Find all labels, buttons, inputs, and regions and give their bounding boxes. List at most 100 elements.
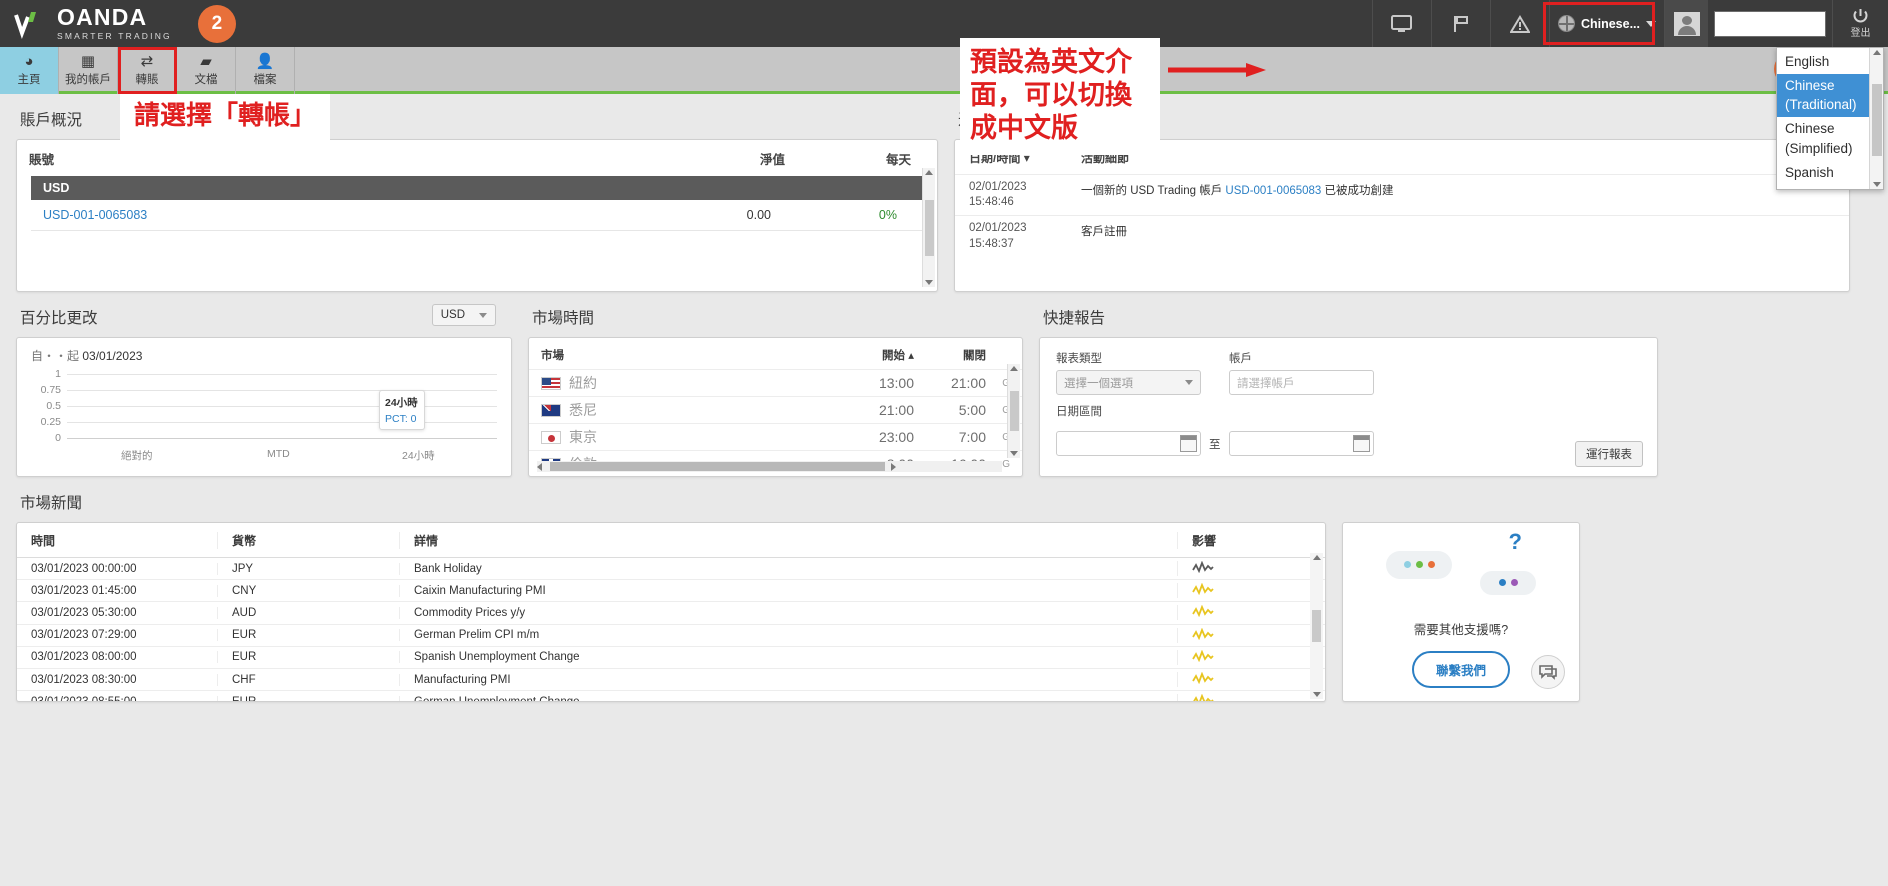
table-row[interactable]: 東京 23:00 7:00 G — [529, 423, 1022, 450]
brand-logo[interactable]: OANDA SMARTER TRADING — [0, 6, 172, 41]
language-option-portuguese[interactable]: Portuguese — [1777, 184, 1869, 189]
calendar-icon[interactable] — [1180, 435, 1197, 452]
brand-tagline: SMARTER TRADING — [57, 31, 172, 42]
scroll-up-icon[interactable] — [1010, 366, 1018, 371]
account-field: 帳戶 請選擇帳戶 — [1229, 350, 1374, 395]
jp-flag-icon — [541, 430, 561, 444]
dot — [1415, 561, 1423, 568]
contact-us-button[interactable]: 聯繫我們 — [1411, 650, 1510, 688]
table-row[interactable]: 03/01/2023 08:30:00 CHF Manufacturing PM… — [17, 669, 1325, 692]
nav-tab-documents[interactable]: ▰ 文檔 — [177, 47, 236, 94]
news-currency: CNY — [217, 584, 399, 597]
news-detail: Spanish Unemployment Change — [399, 651, 1177, 664]
nav-tab-my-account[interactable]: ▦ 我的帳戶 — [59, 47, 118, 94]
scroll-up-icon[interactable] — [1872, 50, 1881, 55]
news-time: 03/01/2023 08:55:00 — [31, 695, 137, 702]
table-row[interactable]: 紐約 13:00 21:00 G — [529, 369, 1022, 396]
scroll-thumb[interactable] — [1871, 83, 1882, 156]
market-vscrollbar[interactable] — [1007, 364, 1020, 458]
news-currency: AUD — [217, 606, 399, 619]
scroll-up-icon[interactable] — [1312, 555, 1321, 560]
chart-from-label: 自・・起 — [31, 349, 80, 363]
support-card: ? 需要其他支援嗎? 聯繫我們 — [1342, 522, 1580, 702]
language-dropdown[interactable]: English Chinese (Traditional) Chinese (S… — [1776, 47, 1884, 190]
scroll-down-icon[interactable] — [1872, 182, 1881, 187]
market-name: 悉尼 — [569, 402, 597, 418]
table-row[interactable]: 03/01/2023 05:30:00 AUD Commodity Prices… — [17, 602, 1325, 625]
activity-account-link[interactable]: USD-001-0065083 — [1225, 185, 1321, 197]
table-row[interactable]: 03/01/2023 08:00:00 EUR Spanish Unemploy… — [17, 647, 1325, 669]
news-impact — [1177, 649, 1325, 665]
scroll-right-icon[interactable] — [890, 462, 896, 471]
annotation-transfer-note: 請選擇「轉帳」 — [120, 94, 331, 140]
scroll-thumb[interactable] — [1312, 610, 1321, 642]
language-dropdown-scrollbar[interactable] — [1869, 48, 1883, 189]
account-scrollbar[interactable] — [922, 168, 935, 287]
date-from-input[interactable] — [1056, 431, 1201, 456]
table-row[interactable]: 03/01/2023 08:55:00 EUR German Unemploym… — [17, 691, 1325, 702]
table-row[interactable]: 悉尼 21:00 5:00 G — [529, 396, 1022, 423]
account-daily: 0% — [878, 208, 897, 222]
run-report-button[interactable]: 運行報表 — [1575, 441, 1643, 467]
language-selector-label: Chinese... — [1580, 16, 1640, 31]
news-impact — [1177, 582, 1325, 599]
nav-tab-files-label: 檔案 — [253, 74, 277, 86]
xtick-24h: 24小時 — [402, 450, 435, 462]
scroll-thumb[interactable] — [924, 199, 934, 256]
warning-icon[interactable] — [1489, 0, 1549, 47]
logout-button[interactable]: 登出 — [1832, 0, 1888, 47]
scroll-thumb[interactable] — [550, 462, 885, 471]
nav-tab-my-account-label: 我的帳戶 — [65, 74, 111, 86]
scroll-down-icon[interactable] — [1312, 692, 1321, 697]
date-range-label: 日期區間 — [1056, 406, 1102, 418]
scroll-down-icon[interactable] — [925, 280, 933, 285]
nav-tab-files[interactable]: 👤 檔案 — [236, 47, 295, 94]
scroll-up-icon[interactable] — [925, 170, 933, 175]
scroll-left-icon[interactable] — [537, 462, 542, 471]
table-row[interactable]: 03/01/2023 01:45:00 CNY Caixin Manufactu… — [17, 580, 1325, 603]
axis-line — [67, 438, 497, 439]
table-row[interactable]: 03/01/2023 07:29:00 EUR German Prelim CP… — [17, 625, 1325, 647]
table-row[interactable]: 03/01/2023 00:00:00 JPY Bank Holiday — [17, 558, 1325, 581]
account-input[interactable]: 請選擇帳戶 — [1229, 370, 1374, 395]
report-type-value: 選擇一個選項 — [1064, 377, 1133, 390]
scroll-thumb[interactable] — [1009, 391, 1019, 431]
language-option-chinese-traditional[interactable]: Chinese (Traditional) — [1777, 73, 1869, 118]
monitor-icon[interactable] — [1371, 0, 1431, 47]
activity-detail-pre: 一個新的 USD Trading 帳戶 — [1081, 185, 1226, 197]
col-daily: 每天 — [885, 153, 911, 167]
language-option-list: English Chinese (Traditional) Chinese (S… — [1777, 48, 1869, 189]
language-option-spanish[interactable]: Spanish — [1777, 161, 1869, 185]
report-type-select[interactable]: 選擇一個選項 — [1056, 370, 1201, 395]
user-field[interactable] — [1714, 10, 1826, 37]
calendar-icon[interactable] — [1352, 435, 1370, 452]
market-open: 23:00 — [878, 429, 914, 445]
nav-tab-transfer[interactable]: ⇄ 轉賬 — [118, 47, 177, 94]
dot — [1427, 561, 1435, 568]
activity-datetime: 02/01/2023 15:48:37 — [969, 221, 1081, 251]
market-hscrollbar[interactable] — [537, 461, 1002, 472]
chat-icon[interactable] — [1531, 655, 1565, 689]
language-option-english[interactable]: English — [1777, 50, 1869, 74]
col-account: 賬號 — [29, 153, 55, 167]
market-cell: 悉尼 — [541, 400, 842, 420]
date-to-input[interactable] — [1228, 431, 1374, 456]
dashboard-icon: ◕ — [24, 53, 34, 70]
currency-selector[interactable]: USD — [431, 304, 496, 326]
gridline — [67, 390, 497, 391]
nav-tab-home[interactable]: ◕ 主頁 — [0, 47, 59, 94]
col-open[interactable]: 開始 ▴ — [842, 347, 914, 363]
language-selector[interactable]: Chinese... — [1548, 0, 1664, 47]
language-option-chinese-simplified[interactable]: Chinese (Simplified) — [1777, 117, 1869, 160]
account-id-link[interactable]: USD-001-0065083 — [43, 208, 556, 222]
news-impact — [1177, 693, 1325, 701]
table-row[interactable]: USD-001-0065083 0.00 0% — [31, 200, 923, 231]
news-detail: Commodity Prices y/y — [399, 606, 1177, 619]
scroll-down-icon[interactable] — [1010, 451, 1018, 456]
avatar[interactable] — [1664, 0, 1708, 47]
market-news-title: 市場新聞 — [20, 495, 83, 512]
yellow-spark-icon — [1192, 582, 1214, 598]
flag-icon[interactable] — [1430, 0, 1490, 47]
top-bar-right: Chinese... 登出 — [1371, 0, 1888, 47]
news-scrollbar[interactable] — [1310, 553, 1323, 699]
